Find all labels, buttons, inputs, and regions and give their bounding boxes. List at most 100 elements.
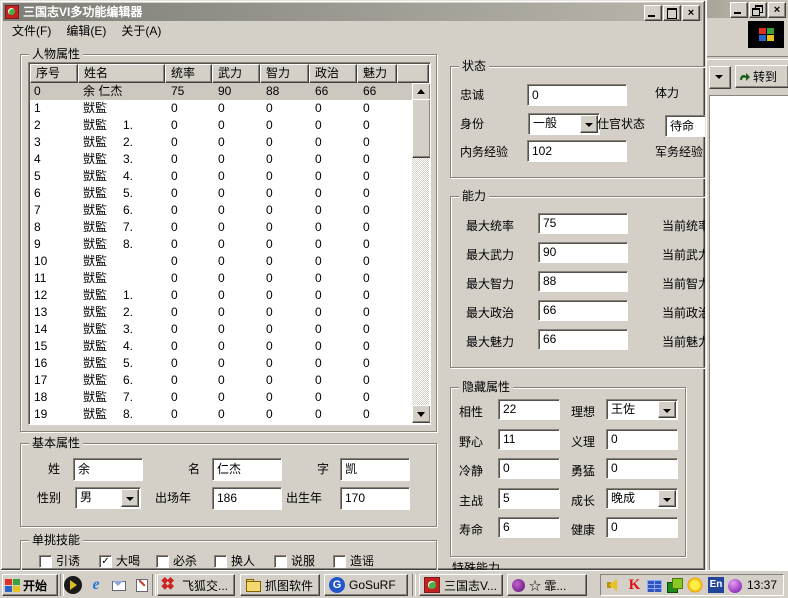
max-ability-input[interactable]: 66 [538, 300, 628, 321]
scrollbar-thumb[interactable] [412, 99, 431, 158]
table-row[interactable]: 19獃監8.00000 [30, 406, 413, 423]
table-row[interactable]: 7獃監6.00000 [30, 202, 413, 219]
column-header[interactable]: 政治 [309, 64, 357, 83]
minimize-button[interactable] [730, 2, 748, 18]
hidden-attr-select[interactable]: 王佐 [606, 399, 678, 420]
table-row[interactable]: 17獃監6.00000 [30, 372, 413, 389]
table-row[interactable]: 1獃監00000 [30, 100, 413, 117]
identity-select[interactable]: 一般 [528, 113, 600, 135]
column-header[interactable]: 姓名 [78, 64, 165, 83]
table-row[interactable]: 16獃監5.00000 [30, 355, 413, 372]
taskbar-clock[interactable]: 13:37 [747, 575, 777, 595]
table-row[interactable]: 9獃監8.00000 [30, 236, 413, 253]
max-ability-input[interactable]: 90 [538, 242, 628, 263]
domestic-exp-input[interactable]: 102 [527, 140, 627, 162]
go-button[interactable]: 转到 [735, 65, 788, 88]
table-row[interactable]: 5獃監4.00000 [30, 168, 413, 185]
column-header[interactable]: 武力 [212, 64, 260, 83]
dropdown-button[interactable] [658, 401, 676, 418]
max-ability-input[interactable]: 88 [538, 271, 628, 292]
column-header[interactable]: 魅力 [357, 64, 397, 83]
sun-utility-icon[interactable] [687, 577, 704, 593]
hidden-attr-input[interactable]: 11 [498, 429, 560, 450]
restore-button[interactable] [749, 2, 767, 18]
given-name-input[interactable]: 仁杰 [212, 458, 282, 481]
menu-item[interactable]: 编辑(E) [66, 22, 106, 41]
table-row[interactable]: 0余 仁杰7590886666 [30, 83, 413, 100]
vertical-scrollbar[interactable] [412, 83, 429, 423]
menu-item[interactable]: 关于(A) [121, 22, 161, 41]
debut-year-input[interactable]: 186 [212, 487, 282, 510]
close-button[interactable]: × [768, 2, 786, 18]
officer-state-input[interactable]: 待命 [665, 115, 705, 137]
taskbar-button-label: ☆ 霏... [529, 577, 566, 594]
network-squares-icon[interactable] [666, 577, 683, 593]
dropdown-button[interactable] [658, 490, 676, 507]
firewall-icon[interactable] [647, 580, 662, 592]
taskbar-button[interactable]: 飞狐交... [157, 574, 235, 596]
hidden-attr-input[interactable]: 0 [606, 429, 678, 450]
taskbar-button[interactable]: ☆ 霏... [507, 574, 587, 596]
browser-content-area[interactable] [709, 95, 788, 570]
show-desktop-icon[interactable] [133, 576, 151, 594]
checkbox[interactable]: ✓ [99, 555, 112, 568]
dropdown-button[interactable] [121, 489, 139, 507]
hidden-attr-input[interactable]: 0 [606, 517, 678, 538]
internet-explorer-icon[interactable]: e [87, 576, 105, 594]
table-row[interactable]: 3獃監2.00000 [30, 134, 413, 151]
stat-cell: 0 [165, 389, 212, 406]
courtesy-name-input[interactable]: 凯 [340, 458, 410, 481]
max-ability-input[interactable]: 66 [538, 329, 628, 350]
hidden-attr-input[interactable]: 0 [606, 458, 678, 479]
checkbox[interactable] [39, 555, 52, 568]
maximize-button[interactable] [663, 5, 681, 21]
start-button[interactable]: 开始 [2, 574, 58, 596]
hidden-attr-input[interactable]: 0 [498, 458, 560, 479]
loyalty-input[interactable]: 0 [527, 84, 627, 106]
address-dropdown-button[interactable] [709, 66, 731, 89]
gender-select[interactable]: 男 [75, 487, 141, 509]
table-row[interactable]: 2獃監1.00000 [30, 117, 413, 134]
column-header[interactable]: 统率 [165, 64, 212, 83]
checkbox[interactable] [274, 555, 287, 568]
purple-ball-icon[interactable] [728, 579, 742, 593]
hidden-attr-select[interactable]: 晚成 [606, 488, 678, 509]
birth-year-input[interactable]: 170 [340, 487, 410, 510]
table-row[interactable]: 18獃監7.00000 [30, 389, 413, 406]
surname-input[interactable]: 余 [73, 458, 143, 481]
hidden-attr-input[interactable]: 6 [498, 517, 560, 538]
desktop: 三国志VI多功能编辑器 × 文件(F)编辑(E)关于(A) 人物属性 序号姓名统… [0, 0, 788, 598]
table-row[interactable]: 12獃監1.00000 [30, 287, 413, 304]
table-row[interactable]: 11獃監00000 [30, 270, 413, 287]
table-row[interactable]: 13獃監2.00000 [30, 304, 413, 321]
table-row[interactable]: 6獃監5.00000 [30, 185, 413, 202]
table-row[interactable]: 8獃監7.00000 [30, 219, 413, 236]
checkbox[interactable] [156, 555, 169, 568]
taskbar-button[interactable]: GGoSuRF [324, 574, 408, 596]
hidden-attr-input[interactable]: 22 [498, 399, 560, 420]
media-player-icon[interactable] [64, 576, 82, 594]
close-button[interactable]: × [682, 5, 700, 21]
hidden-attr-input[interactable]: 5 [498, 488, 560, 509]
menu-item[interactable]: 文件(F) [12, 22, 51, 41]
table-row[interactable]: 15獃監4.00000 [30, 338, 413, 355]
table-row[interactable]: 14獃監3.00000 [30, 321, 413, 338]
scrollbar-down-button[interactable] [412, 405, 431, 423]
dropdown-button[interactable] [580, 115, 598, 133]
hidden-attr-label: 主战 [459, 491, 483, 512]
stat-cell: 0 [357, 219, 397, 236]
volume-icon[interactable] [605, 577, 622, 593]
column-header[interactable]: 序号 [30, 64, 78, 83]
antivirus-k-icon[interactable]: K [626, 577, 643, 593]
minimize-button[interactable] [644, 5, 662, 21]
checkbox[interactable] [333, 555, 346, 568]
table-row[interactable]: 10獃監00000 [30, 253, 413, 270]
table-row[interactable]: 4獃監3.00000 [30, 151, 413, 168]
taskbar-button[interactable]: 三国志V... [419, 574, 503, 596]
input-lang-en-icon[interactable]: En [708, 577, 724, 593]
taskbar-button[interactable]: 抓图软件 [240, 574, 320, 596]
outlook-express-icon[interactable] [110, 576, 128, 594]
column-header[interactable]: 智力 [260, 64, 309, 83]
checkbox[interactable] [214, 555, 227, 568]
max-ability-input[interactable]: 75 [538, 213, 628, 234]
